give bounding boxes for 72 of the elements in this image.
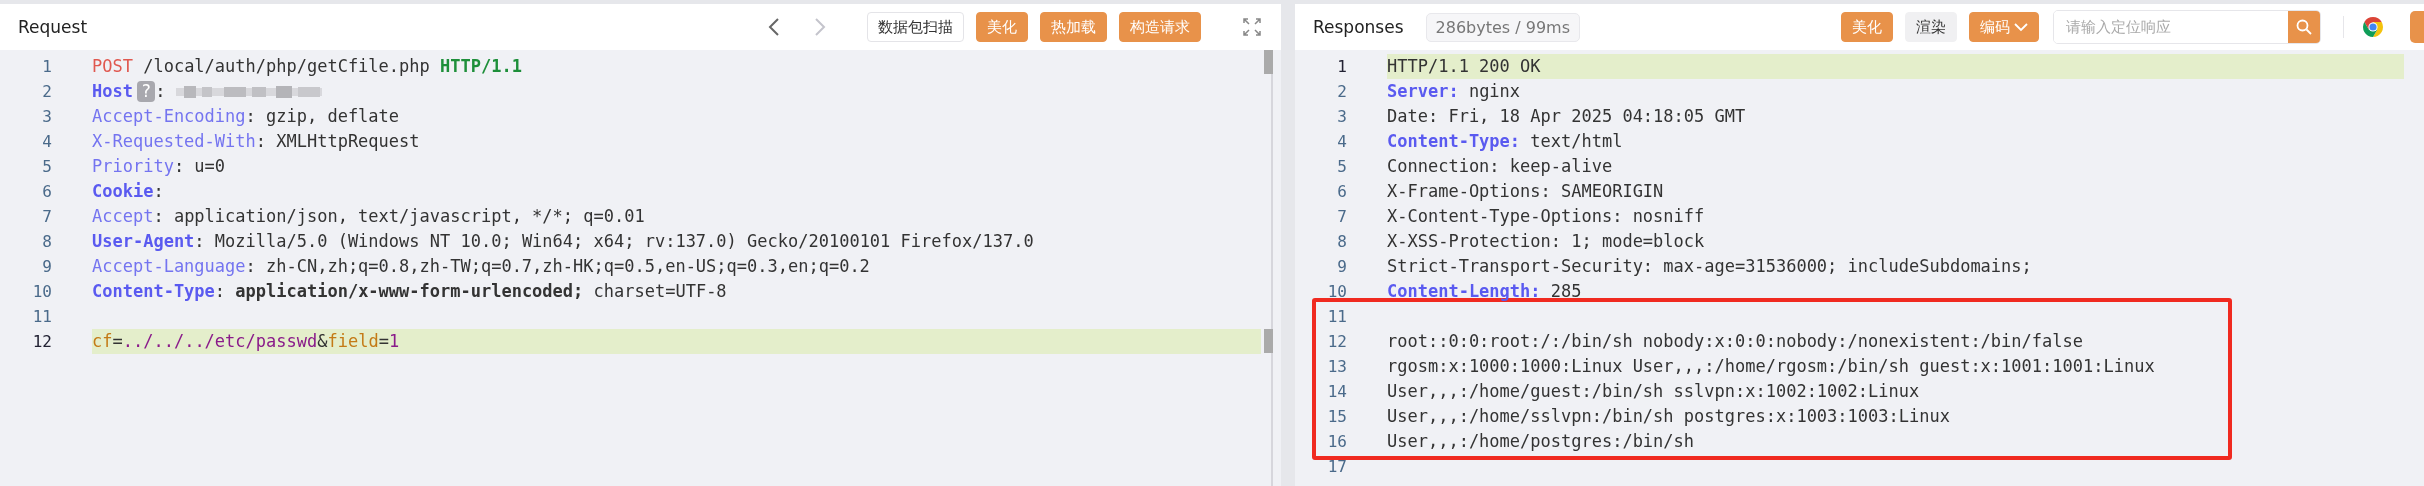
code-line: Strict-Transport-Security: max-age=31536000; includeSubdomains;: [1387, 255, 2033, 278]
code-line: Server: nginx: [1387, 80, 1522, 103]
line-number: 10: [1326, 282, 1347, 301]
toolbar-button[interactable]: 热加载: [1040, 12, 1107, 42]
code-line: Connection: keep-alive: [1387, 155, 1614, 178]
line-number: 7: [41, 207, 52, 226]
line-number: 7: [1336, 207, 1347, 226]
code-line: Accept-Language: zh-CN,zh;q=0.8,zh-TW;q=0.7,zh-HK;q=0.5,en-US;q=0.3,en;q=0.2: [92, 255, 871, 278]
toolbar-button[interactable]: 美化: [976, 12, 1028, 42]
code-line: Host ? :: [92, 79, 1261, 104]
code-line: User,,,:/home/guest:/bin/sh sslvpn:x:1002:1002:Linux: [1387, 380, 1921, 403]
scrollbar-thumb[interactable]: [1264, 329, 1273, 353]
line-number: 12: [1326, 332, 1347, 351]
line-number: 8: [41, 232, 52, 251]
panel-title: Request: [18, 17, 88, 37]
line-number: 5: [1336, 157, 1347, 176]
line-number: 4: [41, 132, 52, 151]
line-number: 2: [41, 82, 52, 101]
line-number: 2: [1336, 82, 1347, 101]
code-line: Content-Length: 285: [1387, 280, 1583, 303]
code-line: rgosm:x:1000:1000:Linux User,,,:/home/rgosm:/bin/sh guest:x:1001:1001:Linux: [1387, 355, 2156, 378]
line-number: 6: [1336, 182, 1347, 201]
search-icon: [2296, 19, 2312, 35]
help-badge[interactable]: ?: [136, 81, 156, 102]
toolbar-button[interactable]: 渲染: [1905, 12, 1957, 42]
line-number: 9: [41, 257, 52, 276]
panel-title: Responses: [1313, 17, 1404, 37]
code-line: User,,,:/home/sslvpn:/bin/sh postgres:x:1003:1003:Linux: [1387, 405, 1951, 428]
search-button[interactable]: [2288, 11, 2320, 43]
code-line: X-Content-Type-Options: nosniff: [1387, 205, 1706, 228]
code-line: Accept-Encoding: gzip, deflate: [92, 105, 401, 128]
code-line: Content-Type: text/html: [1387, 130, 1624, 153]
code-line: Priority: u=0: [92, 155, 227, 178]
toolbar-button[interactable]: 美化: [1841, 12, 1893, 42]
code-line: X-XSS-Protection: 1; mode=block: [1387, 230, 1706, 253]
line-number: 5: [41, 157, 52, 176]
line-number: 3: [41, 107, 52, 126]
chevron-down-icon: [2014, 22, 2028, 32]
code-line: root::0:0:root:/:/bin/sh nobody:x:0:0:nobody:/nonexistent:/bin/false: [1387, 330, 2084, 353]
response-stats: 286bytes / 99ms: [1425, 12, 1580, 42]
code-line: User,,,:/home/postgres:/bin/sh: [1387, 430, 1696, 453]
line-number: 4: [1336, 132, 1347, 151]
code-line: POST /local/auth/php/getCfile.php HTTP/1.1: [92, 55, 523, 78]
code-line: Content-Type: application/x-www-form-urlencoded; charset=UTF-8: [92, 280, 728, 303]
code-line: Date: Fri, 18 Apr 2025 04:18:05 GMT: [1387, 105, 1747, 128]
code-line: X-Requested-With: XMLHttpRequest: [92, 130, 421, 153]
line-number: 13: [1326, 357, 1347, 376]
code-line: X-Frame-Options: SAMEORIGIN: [1387, 180, 1665, 203]
code-line: User-Agent: Mozilla/5.0 (Windows NT 10.0; Win64; x64; rv:137.0) Gecko/20100101 Firefox/137.0: [92, 230, 1035, 253]
browser-icon[interactable]: [2362, 16, 2384, 38]
scrollbar-thumb[interactable]: [1264, 50, 1273, 74]
line-number: 8: [1336, 232, 1347, 251]
line-number: 11: [1326, 307, 1347, 326]
toolbar-button[interactable]: 构造请求: [1119, 12, 1201, 42]
line-number: 14: [1326, 382, 1347, 401]
line-number: 15: [1326, 407, 1347, 426]
toolbar-button[interactable]: [2410, 11, 2424, 43]
code-line: Cookie:: [92, 180, 165, 203]
toolbar-button[interactable]: 数据包扫描: [867, 12, 964, 42]
line-number: 11: [31, 307, 52, 326]
code-line: Accept: application/json, text/javascript, */*; q=0.01: [92, 205, 646, 228]
search-field[interactable]: 请输入定位响应: [2053, 10, 2321, 44]
encoding-dropdown[interactable]: 编码: [1969, 12, 2039, 42]
line-number: 3: [1336, 107, 1347, 126]
line-number: 17: [1326, 457, 1347, 476]
line-number: 12: [31, 332, 52, 351]
line-number: 1: [1336, 57, 1347, 76]
line-number: 9: [1336, 257, 1347, 276]
line-number: 1: [41, 57, 52, 76]
line-number: 16: [1326, 432, 1347, 451]
line-number: 6: [41, 182, 52, 201]
line-number: 10: [31, 282, 52, 301]
